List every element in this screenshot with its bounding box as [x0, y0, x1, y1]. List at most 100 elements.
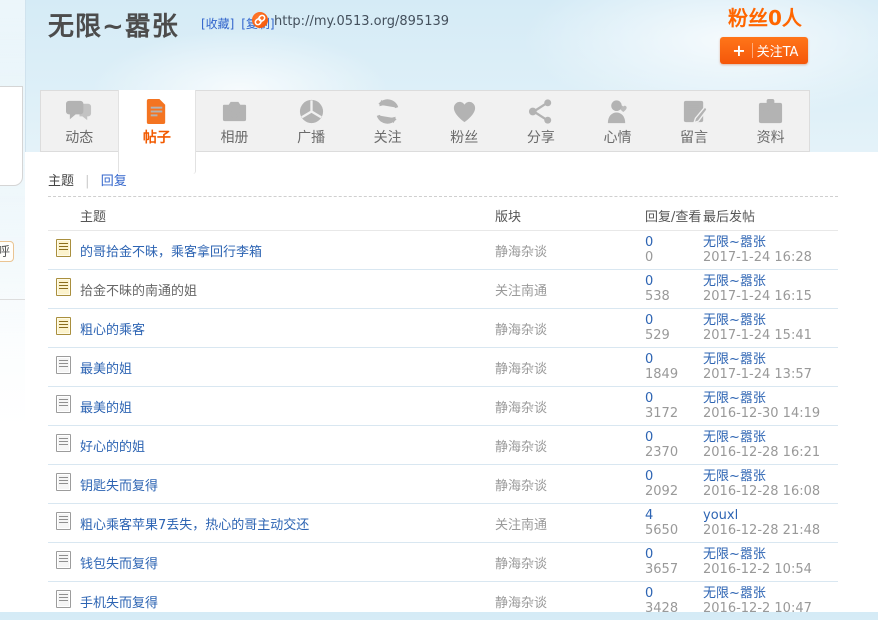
topic-title-link[interactable]: 好心的的姐 — [80, 440, 145, 455]
tab-share[interactable]: 分享 — [503, 91, 580, 151]
topic-forum-link[interactable]: 静海杂谈 — [495, 596, 547, 611]
posts-icon — [143, 98, 170, 125]
lastpost-author-link[interactable]: 无限~嚣张 — [703, 391, 838, 406]
table-row: 的哥拾金不昧，乘客拿回行李箱 静海杂谈 0 0 无限~嚣张 2017-1-24 … — [48, 231, 838, 270]
lastpost-date: 2016-12-28 16:21 — [703, 445, 838, 460]
fans-count: 粉丝0人 — [728, 2, 828, 31]
topic-forum-link[interactable]: 静海杂谈 — [495, 440, 547, 455]
lastpost-author-link[interactable]: youxl — [703, 508, 838, 523]
tab-feed[interactable]: 动态 — [41, 91, 118, 151]
lastpost-date: 2016-12-28 16:08 — [703, 484, 838, 499]
topic-title-link[interactable]: 钥匙失而复得 — [80, 479, 158, 494]
lastpost-author-link[interactable]: 无限~嚣张 — [703, 352, 838, 367]
topic-doc-icon — [56, 473, 71, 491]
lastpost-author-link[interactable]: 无限~嚣张 — [703, 547, 838, 562]
topic-title-link[interactable]: 钱包失而复得 — [80, 557, 158, 572]
follow-button[interactable]: + 关注TA — [720, 37, 808, 64]
table-row: 钥匙失而复得 静海杂谈 0 2092 无限~嚣张 2016-12-28 16:0… — [48, 465, 838, 504]
topic-title-link[interactable]: 手机失而复得 — [80, 596, 158, 611]
view-count: 0 — [645, 250, 703, 265]
tab-label: 帖子 — [143, 127, 171, 147]
topic-title-link[interactable]: 的哥拾金不昧，乘客拿回行李箱 — [80, 245, 262, 260]
floating-widget-divider — [0, 299, 26, 300]
lastpost-date: 2016-12-2 10:47 — [703, 601, 838, 616]
tab-following[interactable]: 关注 — [349, 91, 426, 151]
link-chain-icon — [252, 12, 268, 28]
topic-doc-icon — [56, 317, 71, 335]
topic-title-link[interactable]: 最美的姐 — [80, 362, 132, 377]
topic-forum-link[interactable]: 关注南通 — [495, 284, 547, 299]
tab-album[interactable]: 相册 — [196, 91, 273, 151]
dotted-divider — [48, 196, 838, 197]
topic-doc-icon — [56, 278, 71, 296]
tab-label: 分享 — [527, 127, 555, 147]
tab-fans[interactable]: 粉丝 — [426, 91, 503, 151]
album-icon — [221, 98, 248, 125]
tab-guestbook[interactable]: 留言 — [656, 91, 733, 151]
topic-title-link[interactable]: 粗心的乘客 — [80, 323, 145, 338]
tab-label: 关注 — [374, 127, 402, 147]
tab-label: 动态 — [65, 127, 93, 147]
tab-broadcast[interactable]: 广播 — [273, 91, 350, 151]
following-icon — [374, 98, 401, 125]
topic-forum-link[interactable]: 静海杂谈 — [495, 362, 547, 377]
table-row: 粗心的乘客 静海杂谈 0 529 无限~嚣张 2017-1-24 15:41 — [48, 309, 838, 348]
view-count: 538 — [645, 289, 703, 304]
subnav-divider: | — [85, 174, 89, 189]
topic-forum-link[interactable]: 静海杂谈 — [495, 479, 547, 494]
topic-forum-link[interactable]: 静海杂谈 — [495, 245, 547, 260]
profile-icon — [757, 98, 784, 125]
plus-icon: + — [726, 43, 753, 58]
lastpost-author-link[interactable]: 无限~嚣张 — [703, 274, 838, 289]
topic-forum-link[interactable]: 静海杂谈 — [495, 401, 547, 416]
view-count: 5650 — [645, 523, 703, 538]
subnav-topics[interactable]: 主题 — [48, 174, 74, 189]
tab-profile[interactable]: 资料 — [732, 91, 809, 151]
topic-doc-icon — [56, 512, 71, 530]
col-lastpost: 最后发帖 — [703, 200, 838, 231]
lastpost-author-link[interactable]: 无限~嚣张 — [703, 430, 838, 445]
tab-mood[interactable]: 心情 — [579, 91, 656, 151]
reply-count: 0 — [645, 586, 703, 601]
view-count: 2092 — [645, 484, 703, 499]
topic-title-link[interactable]: 粗心乘客苹果7丢失，热心的哥主动交还 — [80, 518, 309, 533]
lastpost-date: 2017-1-24 15:41 — [703, 328, 838, 343]
profile-url[interactable]: http://my.0513.org/895139 — [274, 14, 449, 29]
topic-table-body: 的哥拾金不昧，乘客拿回行李箱 静海杂谈 0 0 无限~嚣张 2017-1-24 … — [48, 231, 838, 620]
table-row: 钱包失而复得 静海杂谈 0 3657 无限~嚣张 2016-12-2 10:54 — [48, 543, 838, 582]
topic-title-link[interactable]: 最美的姐 — [80, 401, 132, 416]
feed-icon — [66, 98, 93, 125]
lastpost-date: 2017-1-24 16:28 — [703, 250, 838, 265]
topic-title-link[interactable]: 拾金不昧的南通的姐 — [80, 284, 197, 299]
call-badge[interactable]: 呼 — [0, 241, 14, 262]
topic-forum-link[interactable]: 关注南通 — [495, 518, 547, 533]
floating-widget-fragment — [0, 86, 23, 186]
topic-doc-icon — [56, 551, 71, 569]
view-count: 3428 — [645, 601, 703, 616]
subnav-replies-link[interactable]: 回复 — [101, 174, 127, 189]
reply-count: 0 — [645, 430, 703, 445]
lastpost-date: 2016-12-28 21:48 — [703, 523, 838, 538]
tab-label: 资料 — [757, 127, 785, 147]
view-count: 529 — [645, 328, 703, 343]
topic-doc-icon — [56, 590, 71, 608]
lastpost-date: 2017-1-24 16:15 — [703, 289, 838, 304]
lastpost-author-link[interactable]: 无限~嚣张 — [703, 313, 838, 328]
topic-forum-link[interactable]: 静海杂谈 — [495, 323, 547, 338]
table-row: 最美的姐 静海杂谈 0 1849 无限~嚣张 2017-1-24 13:57 — [48, 348, 838, 387]
profile-username: 无限~嚣张 — [48, 6, 179, 43]
reply-count: 0 — [645, 352, 703, 367]
table-row: 粗心乘客苹果7丢失，热心的哥主动交还 关注南通 4 5650 youxl 201… — [48, 504, 838, 543]
favorite-link[interactable]: [收藏] — [201, 17, 234, 31]
table-header-row: 主题 版块 回复/查看 最后发帖 — [48, 200, 838, 231]
broadcast-icon — [298, 98, 325, 125]
posts-subnav: 主题 | 回复 — [48, 170, 127, 189]
tab-posts[interactable]: 帖子 — [118, 90, 197, 174]
lastpost-author-link[interactable]: 无限~嚣张 — [703, 586, 838, 601]
lastpost-author-link[interactable]: 无限~嚣张 — [703, 235, 838, 250]
topic-forum-link[interactable]: 静海杂谈 — [495, 557, 547, 572]
topic-doc-icon — [56, 395, 71, 413]
tab-label: 留言 — [680, 127, 708, 147]
lastpost-author-link[interactable]: 无限~嚣张 — [703, 469, 838, 484]
reply-count: 0 — [645, 391, 703, 406]
